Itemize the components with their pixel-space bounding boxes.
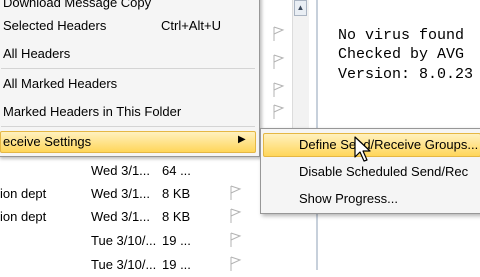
flag-icon — [273, 54, 285, 69]
mouse-pointer-icon — [354, 136, 371, 162]
date-cell: Wed 3/1... — [91, 186, 151, 201]
menu-item-download-message-copy[interactable]: Download Message Copy — [0, 0, 257, 14]
date-cell: Wed 3/1... — [91, 163, 151, 178]
menu-item-all-headers[interactable]: All Headers — [0, 43, 257, 65]
flag-icon — [273, 26, 285, 41]
menu-item-label: Download Message Copy — [3, 0, 152, 10]
date-cell: Tue 3/10/... — [91, 233, 157, 248]
table-row[interactable]: Tue 3/10/... 19 ... — [0, 230, 268, 253]
submenu-item-label: Show Progress... — [299, 191, 398, 206]
table-row[interactable]: ion dept Wed 3/1... 8 KB — [0, 206, 268, 229]
menu-item-label: All Marked Headers — [3, 76, 118, 91]
preview-text-line: Version: 8.0.23 — [338, 66, 474, 83]
send-receive-menu: Download Message Copy Selected Headers C… — [0, 0, 260, 157]
preview-text-line: No virus found — [338, 27, 465, 44]
sender-cell: ion dept — [0, 186, 47, 201]
table-row[interactable]: Tue 3/10/... 19 ... — [0, 254, 268, 277]
scroll-up-arrow-icon[interactable]: ▲ — [294, 0, 307, 16]
menu-item-selected-headers[interactable]: Selected Headers Ctrl+Alt+U — [0, 15, 257, 37]
size-cell: 19 ... — [162, 233, 191, 248]
submenu-item-label: Define Send/Receive Groups... — [299, 137, 479, 152]
flag-icon[interactable] — [230, 185, 242, 204]
submenu-arrow-icon: ▶ — [238, 134, 246, 145]
menu-item-marked-headers-in-folder[interactable]: Marked Headers in This Folder — [0, 101, 257, 123]
submenu-item-label: Disable Scheduled Send/Rec — [299, 164, 469, 179]
sender-cell: ion dept — [0, 209, 47, 224]
flag-icon[interactable] — [230, 232, 242, 251]
size-cell: 8 KB — [162, 209, 191, 224]
menu-item-all-marked-headers[interactable]: All Marked Headers — [0, 73, 257, 95]
preview-text-line: Checked by AVG — [338, 46, 465, 63]
table-row[interactable]: Wed 3/1... 64 ... — [0, 160, 268, 183]
date-cell: Wed 3/1... — [91, 209, 151, 224]
menu-separator — [1, 68, 255, 69]
message-list: Wed 3/1... 64 ... ion dept Wed 3/1... 8 … — [0, 150, 268, 272]
menu-item-shortcut: Ctrl+Alt+U — [161, 18, 221, 33]
size-cell: 8 KB — [162, 186, 191, 201]
flag-icon — [273, 82, 285, 97]
menu-item-send-receive-settings[interactable]: eceive Settings ▶ — [0, 131, 257, 153]
menu-item-label: Marked Headers in This Folder — [3, 104, 182, 119]
menu-item-label: eceive Settings — [3, 134, 92, 149]
size-cell: 64 ... — [162, 163, 191, 178]
flag-icon[interactable] — [230, 208, 242, 227]
menu-item-label: Selected Headers — [3, 18, 107, 33]
flag-icon[interactable] — [230, 256, 242, 275]
submenu-item-show-progress[interactable]: Show Progress... — [261, 187, 480, 211]
table-row[interactable]: ion dept Wed 3/1... 8 KB — [0, 183, 268, 206]
menu-item-label: All Headers — [3, 46, 71, 61]
flag-icon — [273, 104, 285, 119]
menu-separator — [1, 126, 255, 127]
